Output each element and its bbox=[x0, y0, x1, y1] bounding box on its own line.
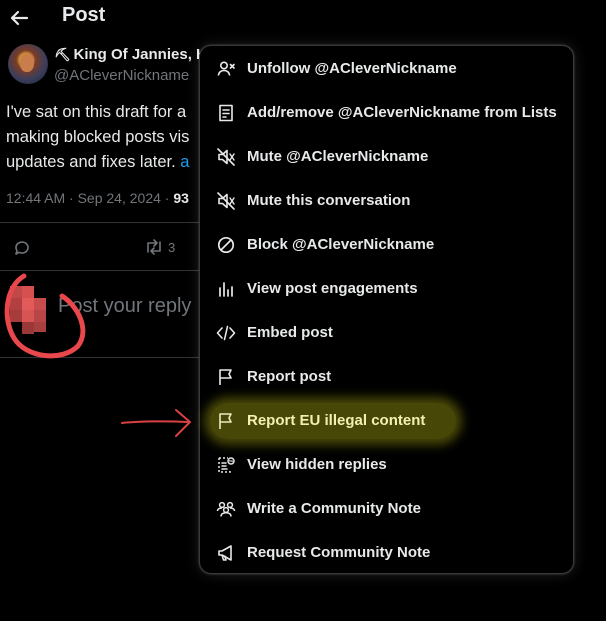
menu-item-request-note[interactable]: Request Community Note bbox=[200, 531, 573, 575]
redacted-avatar bbox=[6, 280, 58, 344]
mute-conversation-icon bbox=[216, 191, 236, 211]
repost-button[interactable]: 3 bbox=[144, 238, 175, 256]
reply-icon bbox=[15, 241, 29, 255]
menu-item-label: Request Community Note bbox=[247, 544, 431, 561]
post-meta: 12:44 AM · Sep 24, 2024 · 93 bbox=[6, 190, 211, 206]
avatar[interactable] bbox=[8, 44, 48, 84]
menu-item-label: View post engagements bbox=[247, 280, 418, 297]
menu-item-embed[interactable]: Embed post bbox=[200, 311, 573, 355]
menu-item-report[interactable]: Report post bbox=[200, 355, 573, 399]
author-handle[interactable]: @ACleverNickname bbox=[54, 67, 189, 84]
menu-item-unfollow[interactable]: Unfollow @ACleverNickname bbox=[200, 47, 573, 91]
menu-item-mute-conversation[interactable]: Mute this conversation bbox=[200, 179, 573, 223]
page-title: Post bbox=[62, 4, 106, 26]
menu-item-mute-user[interactable]: Mute @ACleverNickname bbox=[200, 135, 573, 179]
repost-icon bbox=[147, 239, 161, 255]
post-timestamp[interactable]: 12:44 AM · Sep 24, 2024 · bbox=[6, 190, 173, 206]
flag-icon bbox=[216, 367, 236, 387]
hidden-replies-icon bbox=[216, 455, 236, 475]
back-button[interactable] bbox=[8, 8, 30, 28]
menu-item-label: Mute @ACleverNickname bbox=[247, 148, 429, 165]
post-link[interactable]: a bbox=[180, 153, 189, 171]
menu-item-label: Block @ACleverNickname bbox=[247, 236, 435, 253]
unfollow-icon bbox=[216, 59, 236, 79]
divider bbox=[0, 270, 205, 271]
menu-item-engagements[interactable]: View post engagements bbox=[200, 267, 573, 311]
flag-icon bbox=[216, 411, 236, 431]
engagements-icon bbox=[216, 279, 236, 299]
list-icon bbox=[216, 103, 236, 123]
embed-icon bbox=[216, 323, 236, 343]
post-text-line: I've sat on this draft for a bbox=[6, 103, 187, 121]
axe-icon: ⛏ bbox=[54, 47, 71, 62]
megaphone-icon bbox=[216, 543, 236, 563]
menu-item-label: Unfollow @ACleverNickname bbox=[247, 60, 457, 77]
post-text-line: making blocked posts vis bbox=[6, 128, 190, 146]
divider bbox=[0, 222, 205, 223]
repost-count: 3 bbox=[168, 239, 176, 255]
menu-item-lists[interactable]: Add/remove @ACleverNickname from Lists bbox=[200, 91, 573, 135]
menu-item-write-note[interactable]: Write a Community Note bbox=[200, 487, 573, 531]
arrow-left-icon bbox=[10, 10, 29, 26]
menu-item-block[interactable]: Block @ACleverNickname bbox=[200, 223, 573, 267]
menu-item-label: Mute this conversation bbox=[247, 192, 411, 209]
menu-item-label: Report post bbox=[247, 368, 332, 385]
menu-item-label: Embed post bbox=[247, 324, 333, 341]
post-options-menu: Unfollow @ACleverNickname Add/remove @AC… bbox=[199, 45, 574, 574]
menu-item-report-eu[interactable]: Report EU illegal content bbox=[200, 399, 573, 443]
menu-item-label: Write a Community Note bbox=[247, 500, 421, 517]
menu-item-label: View hidden replies bbox=[247, 456, 387, 473]
menu-item-hidden-replies[interactable]: View hidden replies bbox=[200, 443, 573, 487]
reply-input[interactable]: Post your reply bbox=[58, 295, 191, 318]
author-name[interactable]: ⛏ King Of Jannies, H bbox=[54, 46, 207, 63]
community-icon bbox=[216, 499, 236, 519]
view-count: 93 bbox=[173, 190, 189, 206]
mute-icon bbox=[216, 147, 236, 167]
block-icon bbox=[216, 235, 236, 255]
top-bar: Post bbox=[0, 0, 606, 36]
reply-button[interactable] bbox=[12, 238, 34, 258]
menu-item-label: Add/remove @ACleverNickname from Lists bbox=[247, 104, 557, 121]
post-text: I've sat on this draft for a making bloc… bbox=[6, 100, 216, 175]
menu-item-label: Report EU illegal content bbox=[247, 412, 426, 429]
post-text-line: updates and fixes later. a bbox=[6, 153, 190, 171]
divider bbox=[0, 357, 200, 358]
